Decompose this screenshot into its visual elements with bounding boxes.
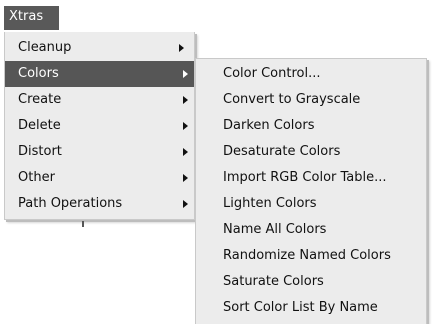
submenu-item-convert-to-grayscale[interactable]: Convert to Grayscale <box>196 87 426 113</box>
submenu-arrow-icon <box>183 174 188 182</box>
submenu-item-label: Darken Colors <box>223 118 315 133</box>
submenu-item-label: Name All Colors <box>223 222 327 237</box>
submenu-item-label: Sort Color List By Name <box>223 300 378 315</box>
submenu-item-desaturate-colors[interactable]: Desaturate Colors <box>196 139 426 165</box>
submenu-arrow-icon <box>183 200 188 208</box>
submenu-item-import-rgb-color-table[interactable]: Import RGB Color Table... <box>196 165 426 191</box>
submenu-item-randomize-named-colors[interactable]: Randomize Named Colors <box>196 243 426 269</box>
submenu-item-label: Color Control... <box>223 66 321 81</box>
background-tick-mark <box>82 221 84 227</box>
menu-item-colors[interactable]: Colors <box>5 61 194 87</box>
submenu-item-sort-color-list-by-name[interactable]: Sort Color List By Name <box>196 295 426 321</box>
menu-item-label: Cleanup <box>18 40 72 55</box>
submenu-item-saturate-colors[interactable]: Saturate Colors <box>196 269 426 295</box>
menu-item-label: Distort <box>18 144 62 159</box>
menu-item-delete[interactable]: Delete <box>5 113 194 139</box>
menu-item-distort[interactable]: Distort <box>5 139 194 165</box>
xtras-dropdown-menu: Cleanup Colors Create Delete Distort Oth… <box>4 32 195 220</box>
menu-item-label: Create <box>18 92 62 107</box>
menu-item-path-operations[interactable]: Path Operations <box>5 191 194 217</box>
menu-item-label: Colors <box>18 66 59 81</box>
submenu-item-darken-colors[interactable]: Darken Colors <box>196 113 426 139</box>
submenu-arrow-icon <box>183 96 188 104</box>
submenu-arrow-icon <box>183 70 188 78</box>
menu-item-label: Other <box>18 170 55 185</box>
submenu-item-label: Import RGB Color Table... <box>223 170 387 185</box>
menu-item-create[interactable]: Create <box>5 87 194 113</box>
submenu-item-color-control[interactable]: Color Control... <box>196 61 426 87</box>
menu-item-label: Delete <box>18 118 61 133</box>
submenu-arrow-icon <box>183 148 188 156</box>
submenu-item-label: Desaturate Colors <box>223 144 341 159</box>
submenu-item-name-all-colors[interactable]: Name All Colors <box>196 217 426 243</box>
submenu-item-lighten-colors[interactable]: Lighten Colors <box>196 191 426 217</box>
submenu-arrow-icon <box>183 122 188 130</box>
submenu-item-label: Lighten Colors <box>223 196 317 211</box>
submenu-arrow-icon <box>179 44 184 52</box>
menu-item-cleanup[interactable]: Cleanup <box>5 35 194 61</box>
menu-item-label: Path Operations <box>18 196 123 211</box>
xtras-menu-button[interactable]: Xtras <box>4 6 59 30</box>
submenu-item-label: Saturate Colors <box>223 274 324 289</box>
submenu-item-label: Randomize Named Colors <box>223 248 391 263</box>
colors-submenu: Color Control... Convert to Grayscale Da… <box>195 58 427 324</box>
menu-item-other[interactable]: Other <box>5 165 194 191</box>
submenu-item-label: Convert to Grayscale <box>223 92 361 107</box>
